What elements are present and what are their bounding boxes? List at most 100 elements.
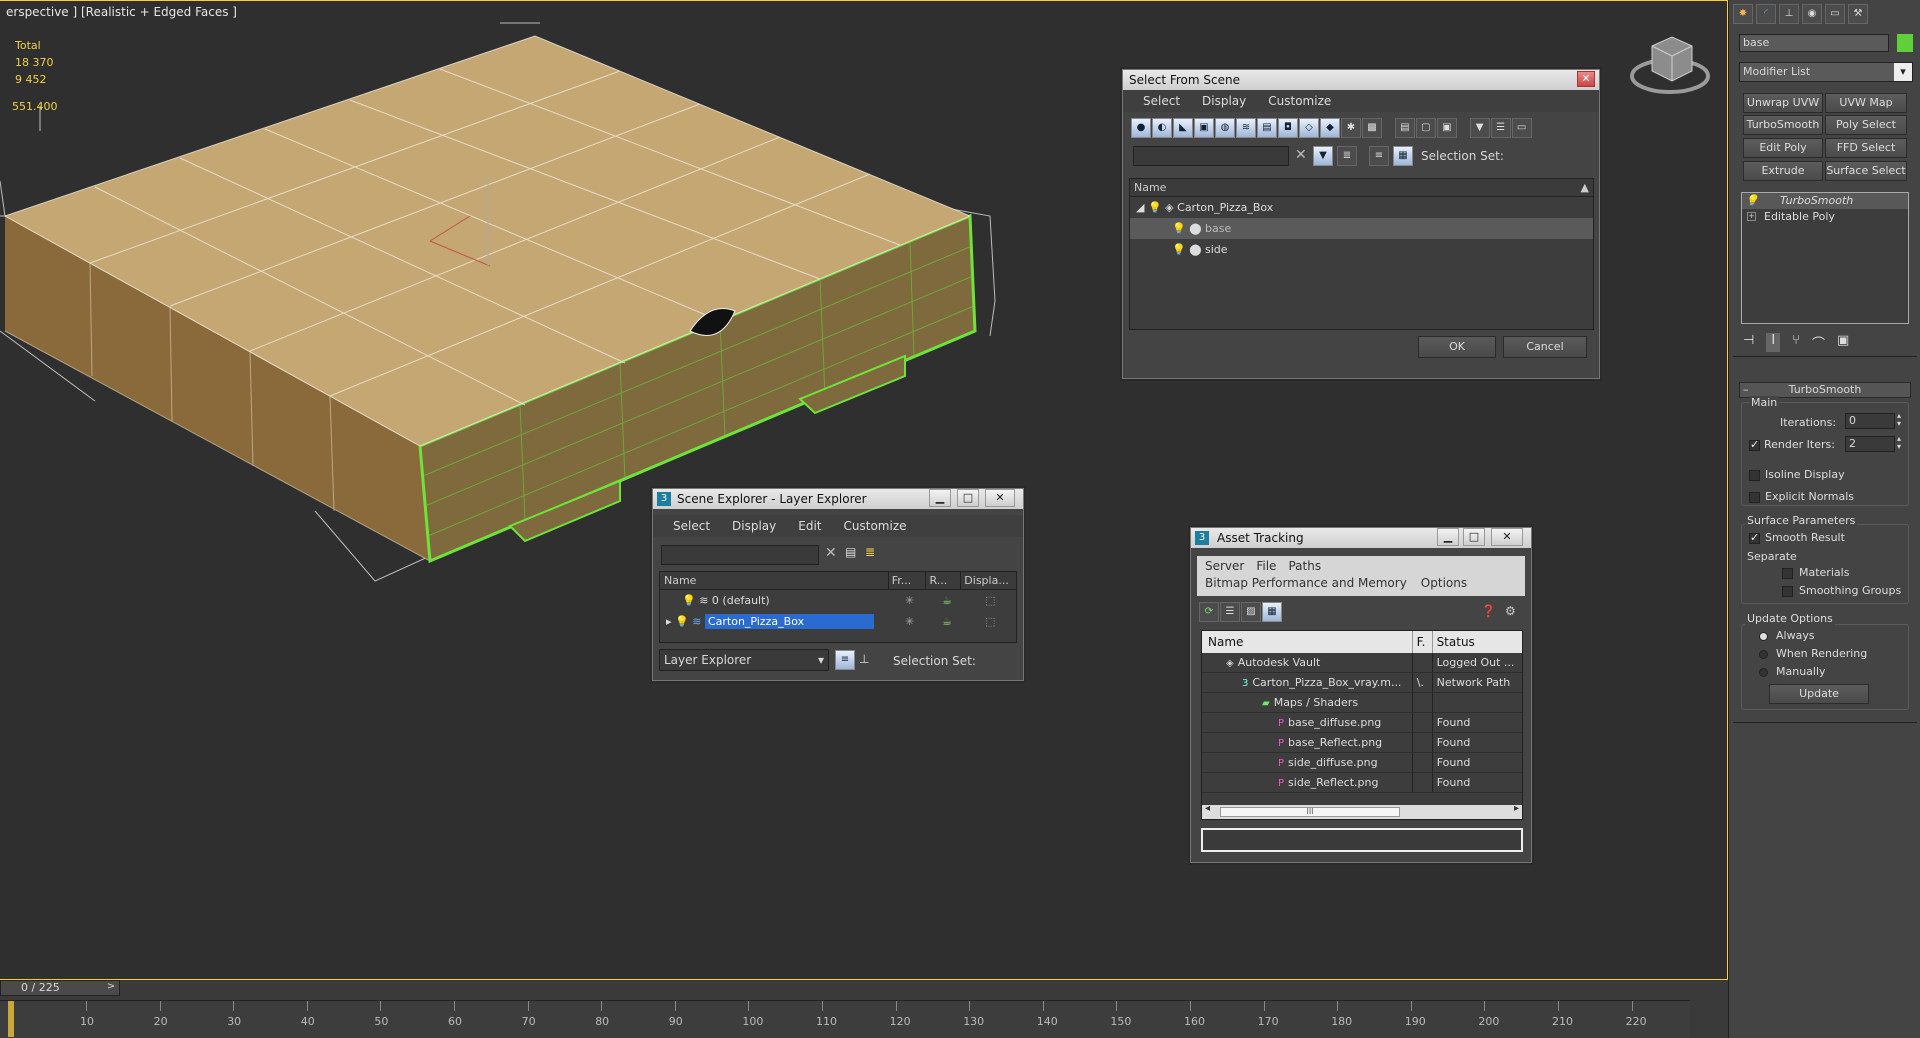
ffd-select-button[interactable]: FFD Select [1825, 138, 1907, 158]
expand-arrow-icon[interactable]: ▸ [666, 615, 672, 628]
iterations-spinner[interactable]: 0 [1845, 413, 1895, 429]
ok-button[interactable]: OK [1418, 336, 1496, 358]
asset-row[interactable]: Pbase_Reflect.png Found [1202, 733, 1522, 753]
maximize-button[interactable]: □ [957, 489, 979, 507]
object-color-swatch[interactable] [1897, 34, 1913, 52]
filter-lights-icon[interactable]: ◣ [1173, 118, 1193, 138]
scroll-left-icon[interactable]: ◂ [1205, 803, 1210, 814]
lightbulb-icon[interactable]: 💡 [1172, 222, 1186, 235]
asset-row[interactable]: ◈ Autodesk Vault Logged Out ... [1202, 653, 1522, 673]
time-slider[interactable]: 0 / 225 [0, 980, 120, 996]
filter-hidden-icon[interactable]: ▩ [1362, 118, 1382, 138]
list-view-icon[interactable]: ☰ [1220, 602, 1240, 622]
find-filter-icon[interactable]: ▼ [1313, 146, 1333, 166]
viewport-label[interactable]: erspective ] [Realistic + Edged Faces ] [6, 5, 237, 19]
display-box-icon[interactable]: ⬚ [985, 611, 995, 632]
smooth-result-checkbox[interactable] [1749, 531, 1760, 544]
asset-row[interactable]: Pside_Reflect.png Found [1202, 773, 1522, 793]
renderable-column-header[interactable]: R... [926, 572, 962, 589]
filter-helpers-icon[interactable]: ◍ [1215, 118, 1235, 138]
display-column-header[interactable]: Displa... [961, 572, 1016, 589]
layers-mode-icon[interactable]: ≡ [835, 650, 855, 670]
tree-row-side[interactable]: 💡 ⬤ side [1130, 239, 1593, 260]
filter-cameras-icon[interactable]: ▣ [1194, 118, 1214, 138]
scroll-thumb[interactable]: III [1220, 807, 1400, 817]
configure-sets-icon[interactable]: ▣ [1837, 333, 1849, 352]
menu-select[interactable]: Select [673, 515, 710, 537]
render-iters-checkbox[interactable] [1749, 438, 1760, 451]
update-button[interactable]: Update [1769, 684, 1869, 704]
highlight-icon[interactable]: ≣ [865, 545, 875, 559]
f-column-header[interactable]: F. [1413, 631, 1433, 653]
select-all-icon[interactable]: ▤ [1394, 118, 1415, 138]
layers-icon[interactable]: ≡ [1369, 146, 1389, 166]
unwrap-uvw-button[interactable]: Unwrap UVW [1743, 93, 1823, 113]
tree-row-carton[interactable]: ◢ 💡 ◈ Carton_Pizza_Box [1130, 197, 1593, 218]
close-button[interactable]: ✕ [1577, 71, 1595, 87]
horizontal-scrollbar[interactable]: ◂ III ▸ [1202, 803, 1522, 819]
clear-search-icon[interactable]: ✕ [825, 545, 837, 561]
expand-box-icon[interactable]: + [1747, 212, 1756, 221]
refresh-icon[interactable]: ⟳ [1199, 602, 1219, 622]
filter-containers-icon[interactable]: ◆ [1320, 118, 1340, 138]
select-none-icon[interactable]: ▢ [1415, 118, 1436, 138]
hierarchy-mode-icon[interactable]: ⊥ [859, 652, 869, 666]
menu-bitmap-performance[interactable]: Bitmap Performance and Memory [1205, 576, 1407, 590]
tree-row-base[interactable]: 💡 ⬤ base [1130, 218, 1593, 239]
table-view-icon[interactable]: ▦ [1262, 602, 1282, 622]
lightbulb-icon[interactable]: 💡 [1148, 201, 1162, 214]
menu-server[interactable]: Server [1205, 559, 1244, 573]
smoothing-groups-checkbox[interactable] [1782, 586, 1793, 597]
modify-icon[interactable]: ◜ [1756, 4, 1776, 24]
display-icon[interactable]: ▭ [1825, 4, 1845, 24]
display-children-icon[interactable]: ▭ [1511, 118, 1532, 138]
minimize-button[interactable]: ▁ [1437, 528, 1459, 546]
edit-poly-button[interactable]: Edit Poly [1743, 138, 1823, 158]
scroll-right-icon[interactable]: ▸ [1514, 803, 1519, 814]
menu-edit[interactable]: Edit [798, 515, 821, 537]
motion-icon[interactable]: ◉ [1802, 4, 1822, 24]
menu-options[interactable]: Options [1421, 576, 1467, 590]
selection-set-icon[interactable]: ▦ [1393, 146, 1413, 166]
lightbulb-icon[interactable]: 💡 [1745, 193, 1759, 209]
filter-bones-icon[interactable]: ◇ [1299, 118, 1319, 138]
uvw-map-button[interactable]: UVW Map [1825, 93, 1907, 113]
show-end-result-icon[interactable]: Ⅰ [1766, 333, 1781, 352]
minimize-button[interactable]: ▁ [929, 489, 951, 507]
menu-display[interactable]: Display [1202, 90, 1246, 112]
freeze-icon[interactable]: ✳ [905, 590, 914, 611]
render-teapot-icon[interactable]: ☕ [942, 590, 952, 611]
close-button[interactable]: ✕ [985, 489, 1015, 507]
asset-row[interactable]: Pside_diffuse.png Found [1202, 753, 1522, 773]
track-bar[interactable]: 10 20 30 40 50 60 70 80 90 100 110 120 130 140 150 160 1… [0, 1000, 1690, 1038]
menu-file[interactable]: File [1256, 559, 1276, 573]
filter-frozen-icon[interactable]: ✱ [1341, 118, 1361, 138]
layer-row-default[interactable]: 💡 ≋ 0 (default) ✳ ☕ ⬚ [660, 590, 1016, 611]
object-name-input[interactable]: base [1739, 34, 1889, 52]
select-invert-icon[interactable]: ▣ [1436, 118, 1457, 138]
turbosmooth-button[interactable]: TurboSmooth [1743, 115, 1823, 135]
always-radio[interactable] [1759, 632, 1768, 641]
asset-row[interactable]: Pbase_diffuse.png Found [1202, 713, 1522, 733]
modifier-list-dropdown[interactable]: Modifier List ▾ [1739, 62, 1913, 82]
menu-customize[interactable]: Customize [844, 515, 907, 537]
render-teapot-icon[interactable]: ☕ [942, 611, 952, 632]
clear-search-icon[interactable]: ✕ [1295, 147, 1307, 163]
spinner-arrows-icon[interactable]: ▴ ▾ [1897, 412, 1901, 428]
next-frame-icon[interactable]: > [104, 980, 118, 996]
lightbulb-icon[interactable]: 💡 [682, 594, 696, 607]
freeze-icon[interactable]: ✳ [905, 611, 914, 632]
layer-row-carton[interactable]: ▸ 💡 ≋ Carton_Pizza_Box ✳ ☕ ⬚ [660, 611, 1016, 632]
lightbulb-icon[interactable]: 💡 [675, 615, 689, 628]
filter-spacewarps-icon[interactable]: ≋ [1236, 118, 1256, 138]
make-unique-icon[interactable]: ⑂ [1792, 333, 1800, 352]
frozen-column-header[interactable]: Fr... [889, 572, 927, 589]
surface-select-button[interactable]: Surface Select [1825, 161, 1907, 181]
materials-checkbox[interactable] [1782, 568, 1793, 579]
filter-xrefs-icon[interactable]: ◘ [1278, 118, 1298, 138]
status-column-header[interactable]: Status [1433, 631, 1522, 653]
case-sensitive-icon[interactable]: ≣ [1337, 146, 1357, 166]
help-icon[interactable]: ❓ [1481, 604, 1496, 618]
search-input[interactable] [661, 545, 819, 565]
filter-shapes-icon[interactable]: ◐ [1152, 118, 1172, 138]
